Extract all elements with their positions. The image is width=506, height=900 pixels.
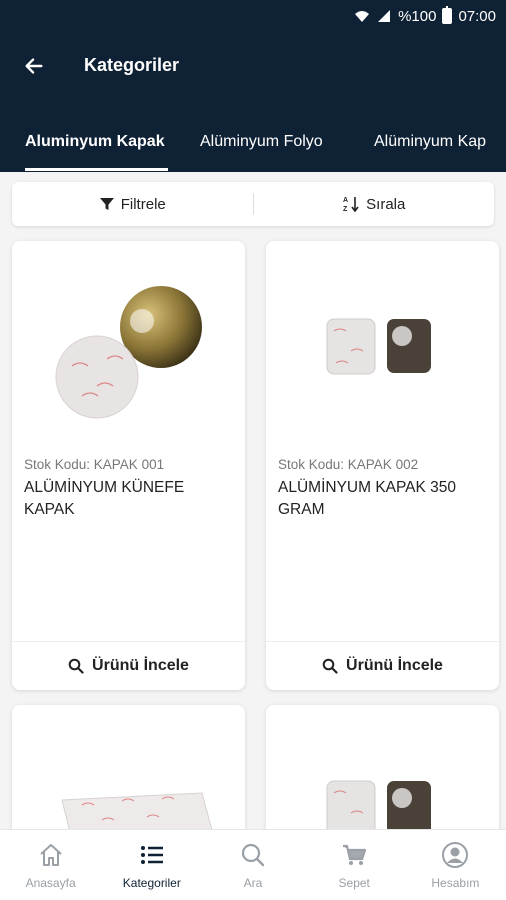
- nav-label: Ara: [243, 876, 263, 890]
- tab-aluminyum-kapak[interactable]: Aluminyum Kapak: [25, 112, 165, 172]
- product-code: Stok Kodu: KAPAK 001: [24, 457, 165, 472]
- sort-az-icon: A Z: [343, 197, 359, 213]
- product-image: [326, 318, 431, 375]
- nav-item-hesabim[interactable]: Hesabım: [405, 830, 506, 900]
- nav-item-kategoriler[interactable]: Kategoriler: [101, 830, 202, 900]
- filter-button[interactable]: Filtrele: [12, 182, 253, 226]
- page-title: Kategoriler: [84, 55, 180, 75]
- nav-item-anasayfa[interactable]: Anasayfa: [0, 830, 101, 900]
- app-header: %100 07:00 Kategoriler Aluminyum Kapak A…: [0, 0, 506, 172]
- category-tabs: Aluminyum Kapak Alüminyum Folyo Alüminyu…: [0, 112, 506, 172]
- search-icon: [238, 840, 268, 870]
- nav-label: Sepet: [338, 876, 370, 890]
- sort-label: Sırala: [366, 195, 406, 213]
- active-tab-indicator: [25, 168, 168, 171]
- tab-aluminyum-kap[interactable]: Alüminyum Kap: [374, 112, 486, 172]
- product-name: ALÜMİNYUM KAPAK 350 GRAM: [278, 479, 457, 518]
- tab-aluminyum-folyo[interactable]: Alüminyum Folyo: [200, 112, 323, 172]
- search-icon: [68, 658, 84, 674]
- filter-icon: [99, 198, 114, 210]
- product-code: Stok Kodu: KAPAK 002: [278, 457, 419, 472]
- product-name: ALÜMİNYUM KÜNEFE KAPAK: [24, 479, 185, 518]
- status-bar: %100 07:00: [354, 0, 496, 32]
- bottom-navigation: Anasayfa Kategoriler Ara Sepet Hesabım: [0, 829, 506, 900]
- home-icon: [36, 840, 66, 870]
- filter-sort-bar: Filtrele A Z Sırala: [12, 182, 494, 226]
- view-product-button[interactable]: Ürünü İncele: [12, 642, 245, 690]
- view-product-button[interactable]: Ürünü İncele: [266, 642, 499, 690]
- back-button[interactable]: [18, 50, 50, 82]
- view-product-label: Ürünü İncele: [346, 657, 443, 674]
- product-image: [55, 286, 202, 419]
- filter-label: Filtrele: [120, 195, 166, 213]
- signal-icon: [378, 10, 391, 22]
- nav-label: Anasayfa: [25, 876, 76, 890]
- view-product-label: Ürünü İncele: [92, 657, 189, 674]
- nav-label: Hesabım: [431, 876, 480, 890]
- nav-item-sepet[interactable]: Sepet: [304, 830, 405, 900]
- wifi-icon: [355, 11, 370, 22]
- nav-label: Kategoriler: [122, 876, 181, 890]
- cart-icon: [339, 840, 369, 870]
- nav-item-ara[interactable]: Ara: [202, 830, 303, 900]
- product-card[interactable]: Stok Kodu: KAPAK 001 ALÜMİNYUM KÜNEFE KA…: [12, 241, 245, 690]
- product-card[interactable]: Stok Kodu: KAPAK 002 ALÜMİNYUM KAPAK 350…: [266, 241, 499, 690]
- sort-button[interactable]: A Z Sırala: [254, 182, 495, 226]
- battery-icon: [442, 6, 453, 24]
- account-icon: [440, 840, 470, 870]
- battery-percent: %100: [398, 7, 437, 25]
- status-time: 07:00: [458, 7, 496, 25]
- svg-text:Z: Z: [343, 206, 348, 213]
- search-icon: [322, 658, 338, 674]
- arrow-left-icon: [25, 58, 43, 74]
- list-icon: [137, 840, 167, 870]
- svg-text:A: A: [343, 197, 348, 204]
